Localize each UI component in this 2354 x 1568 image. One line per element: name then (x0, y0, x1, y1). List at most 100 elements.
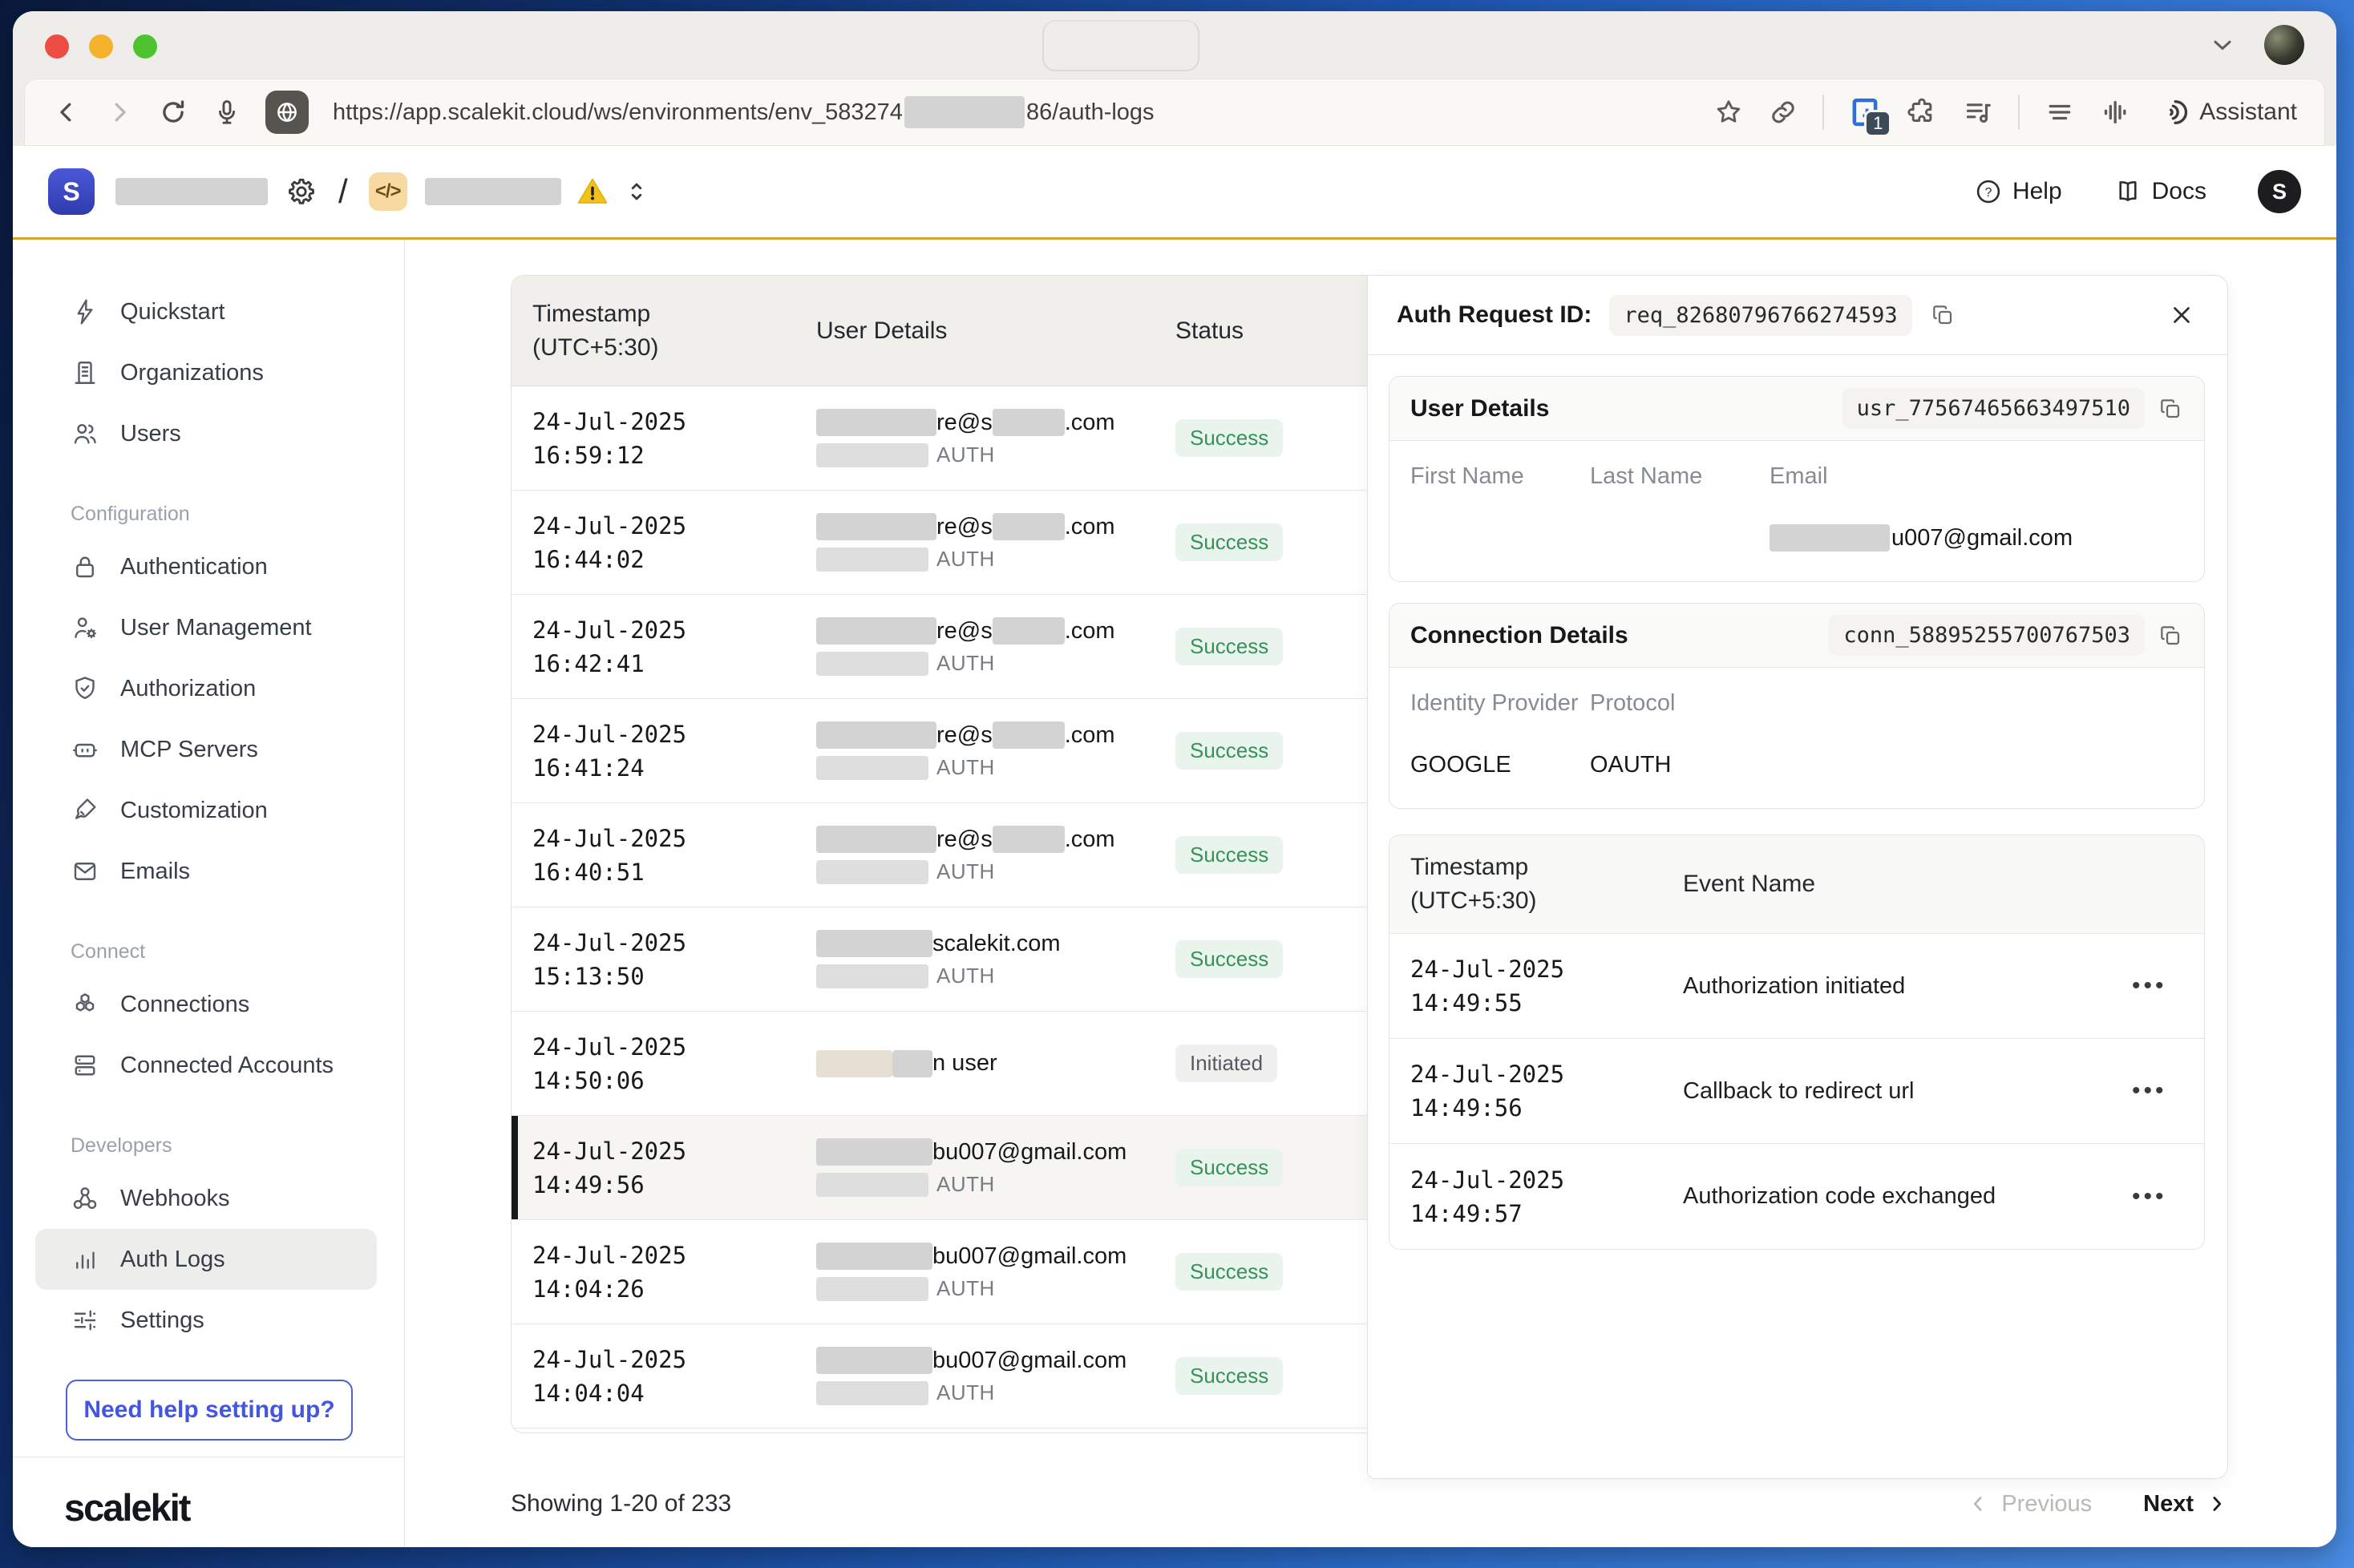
site-info-globe-icon[interactable] (265, 91, 309, 134)
redacted-text (993, 721, 1065, 749)
log-timestamp: 24-Jul-202516:41:24 (532, 717, 816, 785)
auth-request-detail-panel: Auth Request ID: req_82680796766274593 U… (1367, 275, 2228, 1479)
previous-page-button[interactable]: Previous (1966, 1491, 2092, 1517)
copy-user-id-icon[interactable] (2158, 396, 2183, 422)
log-user-details: bu007@gmail.comAUTH (816, 1138, 1175, 1197)
reload-icon[interactable] (158, 97, 188, 127)
sidebar-item-settings[interactable]: Settings (13, 1290, 404, 1351)
reading-list-icon[interactable] (2044, 96, 2076, 128)
sidebar-item-mcp-servers[interactable]: MCP Servers (13, 719, 404, 780)
zoom-window-button[interactable] (133, 34, 157, 59)
copy-link-icon[interactable] (1768, 97, 1798, 127)
redacted-text (816, 826, 936, 853)
sidebar-item-customization[interactable]: Customization (13, 780, 404, 841)
profile-avatar[interactable] (2264, 25, 2304, 65)
pinned-extension-icon[interactable]: 1 (1848, 95, 1882, 129)
assistant-button[interactable]: Assistant (2156, 96, 2297, 128)
event-menu-ellipsis-icon[interactable]: ••• (2132, 1183, 2204, 1210)
status-badge: Success (1175, 419, 1283, 457)
breadcrumb-separator: / (338, 172, 348, 211)
log-user-details: scalekit.comAUTH (816, 930, 1175, 988)
titlebar (13, 11, 2336, 79)
log-table-row[interactable]: 24-Jul-202514:04:04bu007@gmail.comAUTHSu… (512, 1324, 1367, 1429)
col-user-details: User Details (816, 317, 1175, 345)
connection-details-card: Connection Details conn_5889525570076750… (1389, 603, 2205, 809)
workspace-logo[interactable]: S (48, 168, 95, 215)
next-page-button[interactable]: Next (2143, 1491, 2229, 1517)
col-timestamp: Timestamp (532, 297, 816, 331)
browser-toolbar: https://app.scalekit.cloud/ws/environmen… (24, 79, 2325, 146)
redacted-text (816, 548, 928, 572)
redacted-text (816, 1050, 892, 1077)
environment-switcher-icon[interactable] (622, 177, 651, 206)
sidebar-item-connected-accounts[interactable]: Connected Accounts (13, 1035, 404, 1096)
sidebar-item-auth-logs[interactable]: Auth Logs (35, 1229, 377, 1290)
extensions-puzzle-icon[interactable] (1906, 96, 1938, 128)
workspace-settings-gear-icon[interactable] (285, 176, 318, 208)
event-row[interactable]: 24-Jul-202514:49:56Callback to redirect … (1389, 1039, 2204, 1144)
help-button[interactable]: ? Help (1974, 177, 2062, 206)
forward-icon[interactable] (105, 98, 134, 127)
close-window-button[interactable] (45, 34, 69, 59)
sidebar-item-user-management[interactable]: User Management (13, 597, 404, 658)
waveform-icon[interactable] (2100, 96, 2132, 128)
environment-warning-icon[interactable] (576, 175, 609, 208)
log-timestamp: 24-Jul-202514:04:26 (532, 1239, 816, 1306)
sidebar-item-authorization[interactable]: Authorization (13, 658, 404, 719)
mic-icon[interactable] (212, 98, 241, 127)
sidebar-item-emails[interactable]: Emails (13, 841, 404, 902)
log-user-details: bu007@gmail.comAUTH (816, 1243, 1175, 1301)
copy-request-id-icon[interactable] (1930, 302, 1956, 328)
copy-connection-id-icon[interactable] (2158, 623, 2183, 649)
assistant-label: Assistant (2199, 99, 2297, 126)
log-table-row[interactable]: 24-Jul-202514:04:26bu007@gmail.comAUTHSu… (512, 1220, 1367, 1324)
toolbar-divider (2018, 95, 2020, 130)
event-row[interactable]: 24-Jul-202514:49:57Authorization code ex… (1389, 1144, 2204, 1249)
redacted-text (816, 1173, 928, 1197)
chevron-right-icon (2205, 1492, 2229, 1516)
close-panel-icon[interactable] (2168, 301, 2195, 329)
building-icon (71, 358, 99, 387)
redacted-text (816, 652, 928, 676)
event-menu-ellipsis-icon[interactable]: ••• (2132, 1077, 2204, 1105)
redacted-text (816, 1243, 932, 1270)
sidebar-item-label: Customization (120, 798, 268, 824)
event-row[interactable]: 24-Jul-202514:49:55Authorization initiat… (1389, 934, 2204, 1039)
sidebar-item-organizations[interactable]: Organizations (13, 342, 404, 403)
redacted-text (993, 617, 1065, 645)
log-table-row[interactable]: 24-Jul-202516:59:12re@s.comAUTHSuccess (512, 386, 1367, 491)
log-table-row[interactable]: 24-Jul-202516:42:41re@s.comAUTHSuccess (512, 595, 1367, 699)
event-menu-ellipsis-icon[interactable]: ••• (2132, 972, 2204, 1000)
sidebar-item-users[interactable]: Users (13, 403, 404, 464)
sidebar-item-quickstart[interactable]: Quickstart (13, 281, 404, 342)
log-table-row[interactable]: 24-Jul-202516:40:51re@s.comAUTHSuccess (512, 803, 1367, 907)
docs-button[interactable]: Docs (2113, 177, 2206, 206)
redacted-text (816, 756, 928, 780)
log-timestamp: 24-Jul-202514:04:04 (532, 1343, 816, 1410)
event-name: Authorization initiated (1683, 973, 2132, 1000)
status-badge: Success (1175, 836, 1283, 874)
playlist-media-icon[interactable] (1962, 96, 1994, 128)
log-table-row[interactable]: 24-Jul-202516:41:24re@s.comAUTHSuccess (512, 699, 1367, 803)
auth-logs-table: Timestamp (UTC+5:30) User Details Status… (511, 275, 1367, 1433)
need-help-button[interactable]: Need help setting up? (66, 1380, 353, 1441)
back-icon[interactable] (52, 98, 81, 127)
log-table-row[interactable]: 24-Jul-202514:49:56bu007@gmail.comAUTHSu… (512, 1116, 1367, 1220)
log-timestamp: 24-Jul-202514:50:06 (532, 1030, 816, 1097)
user-avatar[interactable]: S (2258, 170, 2301, 213)
environment-code-icon[interactable]: </> (369, 172, 407, 211)
bookmark-star-icon[interactable] (1713, 97, 1744, 127)
url-bar[interactable]: https://app.scalekit.cloud/ws/environmen… (333, 96, 1155, 128)
status-badge: Success (1175, 628, 1283, 665)
log-table-row[interactable]: 24-Jul-202516:44:02re@s.comAUTHSuccess (512, 491, 1367, 595)
connection-field-identity-provider: Identity ProviderGOOGLE (1410, 690, 1590, 781)
chevron-down-icon[interactable] (2208, 30, 2237, 59)
sidebar-item-connections[interactable]: Connections (13, 974, 404, 1035)
sidebar-item-webhooks[interactable]: Webhooks (13, 1168, 404, 1229)
sidebar-item-authentication[interactable]: Authentication (13, 536, 404, 597)
log-table-row[interactable]: 24-Jul-202515:13:50scalekit.comAUTHSucce… (512, 907, 1367, 1012)
assistant-ear-icon (2156, 96, 2188, 128)
sidebar-item-label: Settings (120, 1307, 204, 1334)
log-table-row[interactable]: 24-Jul-202514:50:06n userInitiated (512, 1012, 1367, 1116)
minimize-window-button[interactable] (89, 34, 113, 59)
